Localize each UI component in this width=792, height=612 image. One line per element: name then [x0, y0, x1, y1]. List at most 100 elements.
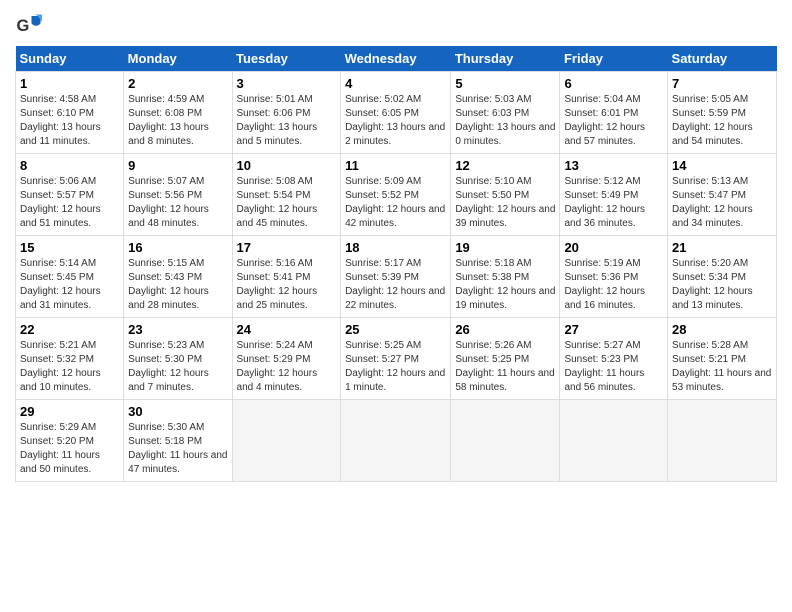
- day-number: 8: [20, 158, 119, 173]
- table-row: 26 Sunrise: 5:26 AMSunset: 5:25 PMDayligh…: [451, 318, 560, 400]
- day-detail: Sunrise: 5:29 AMSunset: 5:20 PMDaylight:…: [20, 421, 119, 477]
- day-detail: Sunrise: 5:17 AMSunset: 5:39 PMDaylight:…: [345, 257, 446, 313]
- weekday-header-row: Sunday Monday Tuesday Wednesday Thursday…: [16, 46, 777, 72]
- day-detail: Sunrise: 4:59 AMSunset: 6:08 PMDaylight:…: [128, 93, 227, 149]
- day-detail: Sunrise: 5:13 AMSunset: 5:47 PMDaylight:…: [672, 175, 772, 231]
- day-detail: Sunrise: 5:03 AMSunset: 6:03 PMDaylight:…: [455, 93, 555, 149]
- day-number: 26: [455, 322, 555, 337]
- day-number: 14: [672, 158, 772, 173]
- day-number: 4: [345, 76, 446, 91]
- table-row: 7 Sunrise: 5:05 AMSunset: 5:59 PMDaylight…: [668, 72, 777, 154]
- day-number: 21: [672, 240, 772, 255]
- day-number: 12: [455, 158, 555, 173]
- table-row: 20 Sunrise: 5:19 AMSunset: 5:36 PMDayligh…: [560, 236, 668, 318]
- day-detail: Sunrise: 5:07 AMSunset: 5:56 PMDaylight:…: [128, 175, 227, 231]
- calendar-week-row: 15 Sunrise: 5:14 AMSunset: 5:45 PMDayligh…: [16, 236, 777, 318]
- table-row: 30Sunrise: 5:30 AMSunset: 5:18 PMDayligh…: [124, 400, 232, 482]
- logo-icon: G: [15, 10, 45, 40]
- table-row: 29 Sunrise: 5:29 AMSunset: 5:20 PMDayligh…: [16, 400, 124, 482]
- day-detail: Sunrise: 5:21 AMSunset: 5:32 PMDaylight:…: [20, 339, 119, 395]
- day-detail: Sunrise: 5:02 AMSunset: 6:05 PMDaylight:…: [345, 93, 446, 149]
- calendar-week-row: 29 Sunrise: 5:29 AMSunset: 5:20 PMDayligh…: [16, 400, 777, 482]
- header-thursday: Thursday: [451, 46, 560, 72]
- table-row: 13Sunrise: 5:12 AMSunset: 5:49 PMDayligh…: [560, 154, 668, 236]
- day-number: 2: [128, 76, 227, 91]
- header-wednesday: Wednesday: [341, 46, 451, 72]
- day-detail: Sunrise: 5:28 AMSunset: 5:21 PMDaylight:…: [672, 339, 772, 395]
- day-number: 6: [564, 76, 663, 91]
- day-number: 3: [237, 76, 337, 91]
- day-number: 10: [237, 158, 337, 173]
- table-row: 11 Sunrise: 5:09 AMSunset: 5:52 PMDayligh…: [341, 154, 451, 236]
- day-detail: Sunrise: 5:25 AMSunset: 5:27 PMDaylight:…: [345, 339, 446, 395]
- day-detail: Sunrise: 4:58 AMSunset: 6:10 PMDaylight:…: [20, 93, 119, 149]
- day-detail: Sunrise: 5:16 AMSunset: 5:41 PMDaylight:…: [237, 257, 337, 313]
- table-row: 3 Sunrise: 5:01 AMSunset: 6:06 PMDaylight…: [232, 72, 341, 154]
- table-row: 4 Sunrise: 5:02 AMSunset: 6:05 PMDaylight…: [341, 72, 451, 154]
- day-detail: Sunrise: 5:18 AMSunset: 5:38 PMDaylight:…: [455, 257, 555, 313]
- day-detail: Sunrise: 5:12 AMSunset: 5:49 PMDaylight:…: [564, 175, 663, 231]
- table-row: 8 Sunrise: 5:06 AMSunset: 5:57 PMDaylight…: [16, 154, 124, 236]
- calendar-table: Sunday Monday Tuesday Wednesday Thursday…: [15, 46, 777, 482]
- header-tuesday: Tuesday: [232, 46, 341, 72]
- table-row: 23 Sunrise: 5:23 AMSunset: 5:30 PMDayligh…: [124, 318, 232, 400]
- day-number: 30: [128, 404, 227, 419]
- day-number: 7: [672, 76, 772, 91]
- day-detail: Sunrise: 5:19 AMSunset: 5:36 PMDaylight:…: [564, 257, 663, 313]
- day-number: 1: [20, 76, 119, 91]
- day-number: 25: [345, 322, 446, 337]
- day-detail: Sunrise: 5:06 AMSunset: 5:57 PMDaylight:…: [20, 175, 119, 231]
- table-row: 28Sunrise: 5:28 AMSunset: 5:21 PMDayligh…: [668, 318, 777, 400]
- day-number: 11: [345, 158, 446, 173]
- day-number: 23: [128, 322, 227, 337]
- svg-text:G: G: [17, 17, 30, 35]
- day-number: 16: [128, 240, 227, 255]
- day-detail: Sunrise: 5:09 AMSunset: 5:52 PMDaylight:…: [345, 175, 446, 231]
- day-number: 15: [20, 240, 119, 255]
- table-row: [668, 400, 777, 482]
- day-detail: Sunrise: 5:27 AMSunset: 5:23 PMDaylight:…: [564, 339, 663, 395]
- table-row: 10Sunrise: 5:08 AMSunset: 5:54 PMDayligh…: [232, 154, 341, 236]
- table-row: 16Sunrise: 5:15 AMSunset: 5:43 PMDayligh…: [124, 236, 232, 318]
- day-number: 19: [455, 240, 555, 255]
- table-row: 15 Sunrise: 5:14 AMSunset: 5:45 PMDayligh…: [16, 236, 124, 318]
- table-row: 1 Sunrise: 4:58 AMSunset: 6:10 PMDaylight…: [16, 72, 124, 154]
- header-saturday: Saturday: [668, 46, 777, 72]
- calendar-week-row: 8 Sunrise: 5:06 AMSunset: 5:57 PMDaylight…: [16, 154, 777, 236]
- table-row: 2 Sunrise: 4:59 AMSunset: 6:08 PMDaylight…: [124, 72, 232, 154]
- table-row: 14 Sunrise: 5:13 AMSunset: 5:47 PMDayligh…: [668, 154, 777, 236]
- day-detail: Sunrise: 5:05 AMSunset: 5:59 PMDaylight:…: [672, 93, 772, 149]
- day-detail: Sunrise: 5:24 AMSunset: 5:29 PMDaylight:…: [237, 339, 337, 395]
- day-number: 18: [345, 240, 446, 255]
- table-row: 21 Sunrise: 5:20 AMSunset: 5:34 PMDayligh…: [668, 236, 777, 318]
- header-sunday: Sunday: [16, 46, 124, 72]
- table-row: 18 Sunrise: 5:17 AMSunset: 5:39 PMDayligh…: [341, 236, 451, 318]
- day-number: 29: [20, 404, 119, 419]
- calendar-week-row: 1 Sunrise: 4:58 AMSunset: 6:10 PMDaylight…: [16, 72, 777, 154]
- day-detail: Sunrise: 5:23 AMSunset: 5:30 PMDaylight:…: [128, 339, 227, 395]
- day-number: 20: [564, 240, 663, 255]
- table-row: [451, 400, 560, 482]
- day-number: 22: [20, 322, 119, 337]
- day-number: 17: [237, 240, 337, 255]
- day-detail: Sunrise: 5:01 AMSunset: 6:06 PMDaylight:…: [237, 93, 337, 149]
- table-row: 19 Sunrise: 5:18 AMSunset: 5:38 PMDayligh…: [451, 236, 560, 318]
- day-number: 9: [128, 158, 227, 173]
- table-row: 17 Sunrise: 5:16 AMSunset: 5:41 PMDayligh…: [232, 236, 341, 318]
- header: G: [15, 10, 777, 40]
- day-detail: Sunrise: 5:26 AMSunset: 5:25 PMDaylight:…: [455, 339, 555, 395]
- table-row: 9 Sunrise: 5:07 AMSunset: 5:56 PMDaylight…: [124, 154, 232, 236]
- header-friday: Friday: [560, 46, 668, 72]
- table-row: [232, 400, 341, 482]
- day-detail: Sunrise: 5:20 AMSunset: 5:34 PMDaylight:…: [672, 257, 772, 313]
- day-detail: Sunrise: 5:10 AMSunset: 5:50 PMDaylight:…: [455, 175, 555, 231]
- table-row: 6Sunrise: 5:04 AMSunset: 6:01 PMDaylight…: [560, 72, 668, 154]
- table-row: [560, 400, 668, 482]
- table-row: 25 Sunrise: 5:25 AMSunset: 5:27 PMDayligh…: [341, 318, 451, 400]
- calendar-week-row: 22 Sunrise: 5:21 AMSunset: 5:32 PMDayligh…: [16, 318, 777, 400]
- day-number: 24: [237, 322, 337, 337]
- table-row: 22 Sunrise: 5:21 AMSunset: 5:32 PMDayligh…: [16, 318, 124, 400]
- day-detail: Sunrise: 5:14 AMSunset: 5:45 PMDaylight:…: [20, 257, 119, 313]
- table-row: 27Sunrise: 5:27 AMSunset: 5:23 PMDayligh…: [560, 318, 668, 400]
- header-monday: Monday: [124, 46, 232, 72]
